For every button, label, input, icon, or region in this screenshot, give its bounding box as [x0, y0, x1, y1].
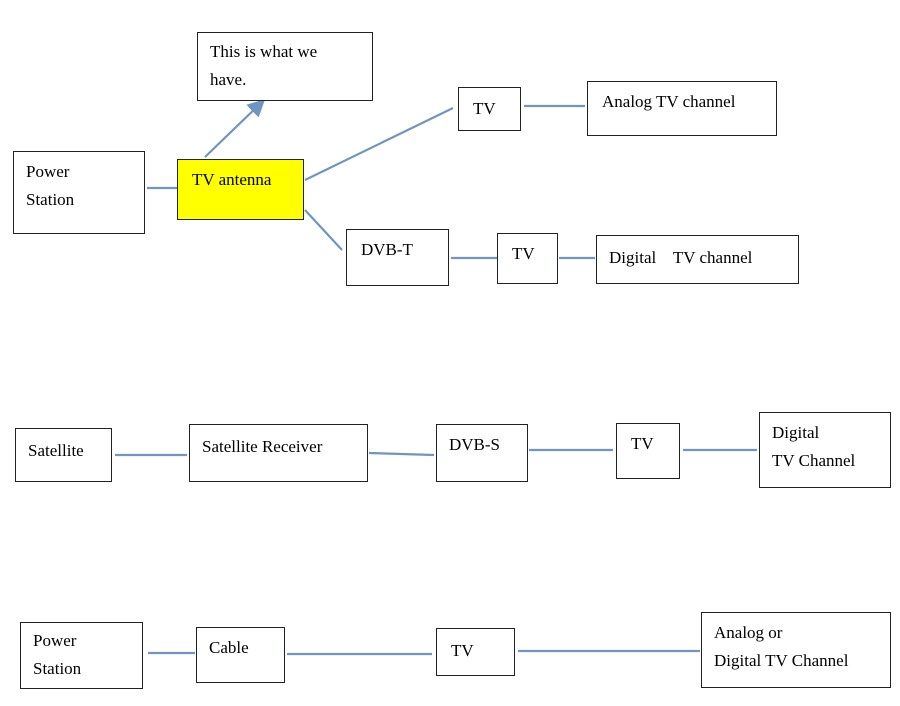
connector-antenna-dvbt [304, 209, 343, 251]
power-station-box-3: Power Station [20, 622, 143, 689]
cable-box: Cable [196, 627, 285, 683]
tv-box-4: TV [436, 628, 515, 676]
node-label: DVB-T [361, 240, 413, 259]
note-box: This is what we have. [197, 32, 373, 101]
digital-channel-box-2: Digital TV Channel [759, 412, 891, 488]
node-label: Digital TV Channel [772, 423, 856, 470]
digital-channel-box-1: Digital TV channel [596, 235, 799, 284]
node-label: Power Station [26, 162, 75, 209]
satellite-box: Satellite [15, 428, 112, 482]
power-station-box-1: Power Station [13, 151, 145, 234]
tv-antenna-box: TV antenna [177, 159, 304, 220]
node-label: Satellite Receiver [202, 437, 323, 456]
satellite-receiver-box: Satellite Receiver [189, 424, 368, 482]
node-label: Power Station [33, 631, 82, 678]
diagram-canvas: This is what we have. Power Station TV a… [0, 0, 900, 706]
tv-box-2: TV [497, 233, 558, 284]
node-label: Analog or Digital TV Channel [714, 623, 849, 670]
node-label: TV [512, 244, 535, 263]
node-label: Satellite [28, 441, 84, 460]
node-label: TV antenna [192, 170, 272, 189]
note-text: This is what we have. [210, 42, 318, 89]
node-label: TV [451, 641, 474, 660]
analog-or-digital-channel-box: Analog or Digital TV Channel [701, 612, 891, 688]
dvb-s-box: DVB-S [436, 424, 528, 482]
node-label: DVB-S [449, 435, 501, 454]
connector-receiver-dvbs [368, 451, 435, 457]
connector-antenna-tv1 [304, 107, 454, 181]
analog-channel-box: Analog TV channel [587, 81, 777, 136]
node-label: TV [631, 434, 654, 453]
tv-box-3: TV [616, 423, 680, 479]
node-label: Cable [209, 638, 249, 657]
dvb-t-box: DVB-T [346, 229, 449, 286]
node-label: Digital TV channel [609, 248, 753, 267]
tv-box-1: TV [458, 87, 521, 131]
arrow-antenna-note [204, 98, 266, 158]
node-label: TV [473, 99, 496, 118]
node-label: Analog TV channel [602, 92, 736, 111]
